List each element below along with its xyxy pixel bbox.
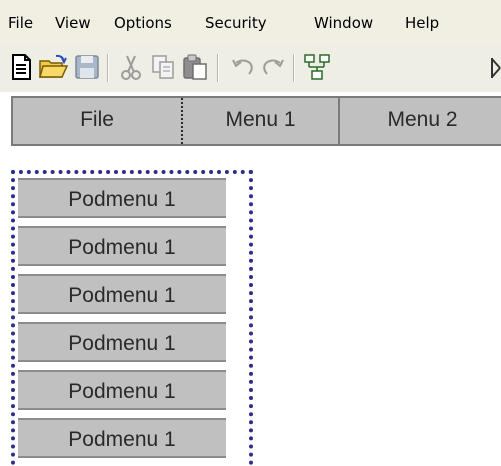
- undo-icon[interactable]: [228, 52, 258, 82]
- submenu-item[interactable]: Podmenu 1: [18, 322, 226, 362]
- web-menu-item-menu-2[interactable]: Menu 2: [342, 98, 501, 144]
- menu-file[interactable]: File: [6, 10, 35, 36]
- menu-view[interactable]: View: [53, 10, 93, 36]
- menu-options[interactable]: Options: [112, 10, 174, 36]
- submenu-item[interactable]: Podmenu 1: [18, 178, 226, 218]
- submenu-list: Podmenu 1 Podmenu 1 Podmenu 1 Podmenu 1 …: [18, 178, 226, 466]
- submenu-item[interactable]: Podmenu 1: [18, 226, 226, 266]
- cut-icon[interactable]: [116, 52, 146, 82]
- more-icon[interactable]: [490, 52, 501, 82]
- network-icon[interactable]: [302, 52, 332, 82]
- redo-icon[interactable]: [258, 52, 288, 82]
- submenu-item[interactable]: Podmenu 1: [18, 274, 226, 314]
- submenu-item[interactable]: Podmenu 1: [18, 418, 226, 458]
- app-menubar: File View Options Security Window Help: [0, 0, 501, 44]
- menu-security[interactable]: Security: [203, 10, 269, 36]
- paste-icon[interactable]: [180, 52, 210, 82]
- submenu-item[interactable]: Podmenu 1: [18, 370, 226, 410]
- toolbar: [0, 44, 501, 92]
- web-menu-item-menu-1[interactable]: Menu 1: [183, 98, 340, 144]
- new-document-icon[interactable]: [6, 52, 36, 82]
- copy-icon[interactable]: [148, 52, 178, 82]
- toolbar-separator: [293, 54, 295, 82]
- web-menu: File Menu 1 Menu 2: [0, 92, 501, 176]
- toolbar-separator: [107, 54, 109, 82]
- save-icon[interactable]: [72, 52, 102, 82]
- toolbar-separator: [217, 54, 219, 82]
- web-menu-item-file[interactable]: File: [13, 98, 181, 144]
- menu-window[interactable]: Window: [312, 10, 375, 36]
- open-folder-icon[interactable]: [38, 52, 68, 82]
- web-menu-bar: File Menu 1 Menu 2: [11, 96, 501, 146]
- menu-help[interactable]: Help: [403, 10, 441, 36]
